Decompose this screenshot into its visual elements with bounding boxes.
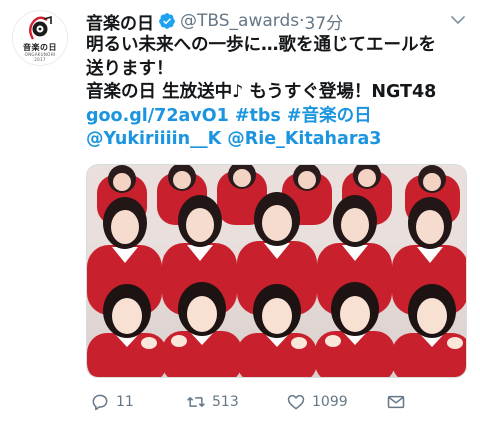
- retweet-icon: [187, 397, 205, 407]
- retweet-count: 513: [212, 394, 239, 410]
- user-handle[interactable]: @TBS_awards: [180, 11, 299, 31]
- tweet-text-line: 音楽の日 生放送中♪ もうすぐ登場！NGT48: [86, 82, 437, 102]
- tweet-text-line: 送ります！: [86, 58, 174, 79]
- like-button[interactable]: 1099: [286, 392, 348, 412]
- tweet-timestamp[interactable]: 37分: [305, 9, 344, 34]
- tweet-mentions-line[interactable]: @Yukiriiiin__K @Rie_Kitahara3: [86, 128, 466, 152]
- verified-badge-icon: [159, 13, 175, 29]
- chevron-down-icon[interactable]: [450, 12, 466, 28]
- group-photo-image: [87, 165, 466, 377]
- tweet-link-line[interactable]: goo.gl/72avO1 #tbs #音楽の日: [86, 105, 466, 129]
- reply-button[interactable]: 11: [90, 392, 134, 412]
- display-name[interactable]: 音楽の日: [86, 9, 154, 34]
- retweet-button[interactable]: 513: [186, 392, 239, 412]
- avatar-logo-year: 2017: [34, 56, 46, 62]
- avatar[interactable]: 音楽の日 ONGAKUNOHI 2017: [12, 10, 68, 66]
- like-count: 1099: [312, 394, 348, 410]
- tweet-text-line: 明るい未来への一歩に…歌を通じてエールを: [86, 35, 436, 55]
- reply-icon: [92, 394, 108, 411]
- heart-icon: [287, 394, 305, 410]
- tweet-actions: 11 513 1099: [86, 388, 466, 416]
- tweet-text: 明るい未来への一歩に…歌を通じてエールを 送ります！ 音楽の日 生放送中♪ もう…: [86, 34, 466, 152]
- envelope-icon: [387, 395, 405, 409]
- avatar-logo-title: 音楽の日: [23, 42, 57, 52]
- music-day-logo-icon: [29, 15, 52, 40]
- tweet-header: 音楽の日 @TBS_awards · 37分: [86, 9, 444, 34]
- tweet-media-photo[interactable]: [86, 164, 467, 378]
- direct-message-button[interactable]: [386, 392, 412, 412]
- reply-count: 11: [116, 394, 134, 410]
